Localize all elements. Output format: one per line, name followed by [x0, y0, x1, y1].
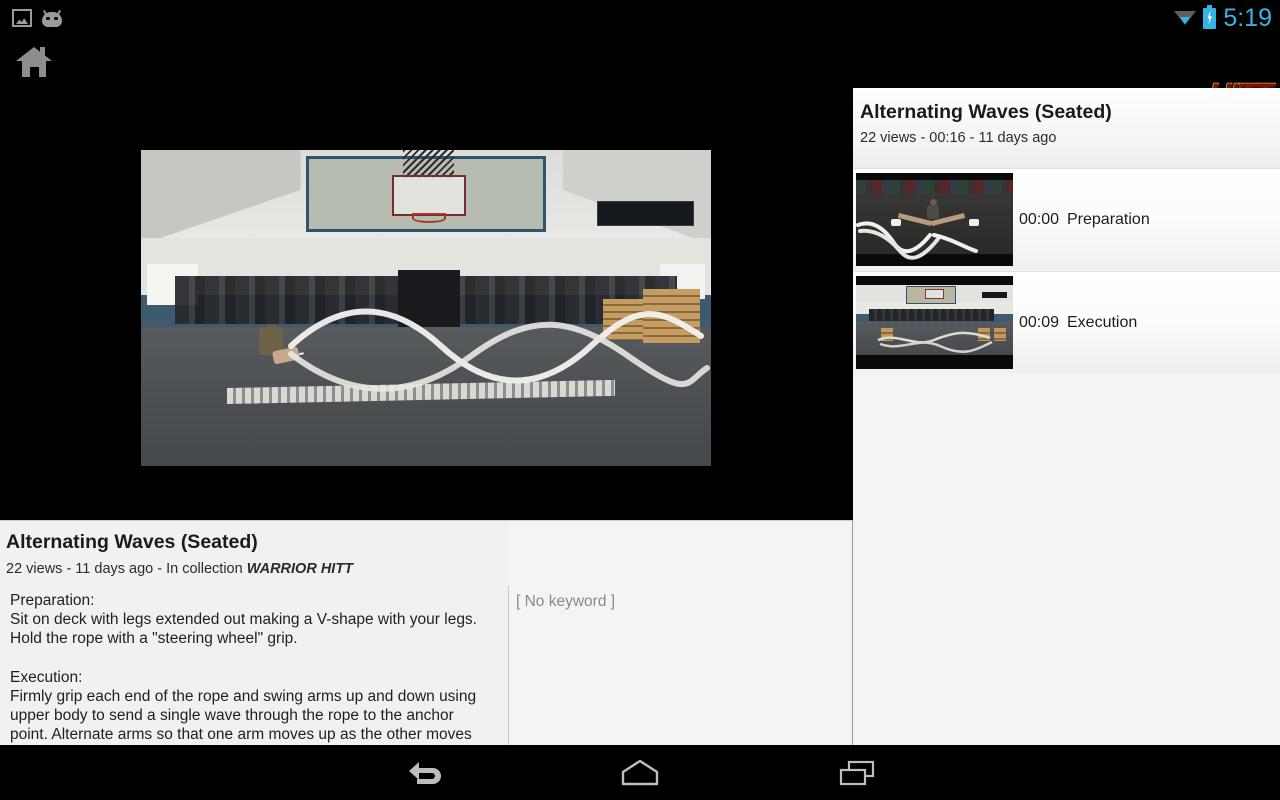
chapter-thumbnail-execution [856, 276, 1013, 369]
collection-name: WARRIOR HITT [246, 561, 354, 577]
chapter-time: 00:09 [1019, 314, 1060, 331]
screen-root: 5:19 HITT [0, 0, 1280, 800]
video-meta: 22 views - 11 days ago - In collection W… [6, 561, 353, 577]
home-icon[interactable] [16, 44, 52, 78]
video-frame-image [141, 150, 711, 466]
keyword-placeholder: [ No keyword ] [516, 593, 616, 610]
wifi-icon [1174, 10, 1197, 26]
status-bar: 5:19 [0, 0, 1280, 36]
back-icon[interactable] [365, 745, 485, 800]
app-action-bar: HITT [0, 36, 1280, 112]
android-head-icon [40, 9, 64, 27]
description-text: Preparation: Sit on deck with legs exten… [10, 592, 477, 744]
list-item[interactable]: 00:00 Preparation [853, 168, 1280, 270]
chapters-panel-header: Alternating Waves (Seated) 22 views - 00… [853, 88, 1280, 168]
home-icon[interactable] [580, 745, 700, 800]
recents-icon[interactable] [797, 745, 917, 800]
video-info-panel: Alternating Waves (Seated) 22 views - 11… [0, 520, 852, 746]
chapter-time: 00:00 [1019, 211, 1060, 228]
chapter-thumbnail-preparation [856, 173, 1013, 266]
chapter-label: Execution [1067, 314, 1138, 331]
page-title: Alternating Waves (Seated) [6, 531, 258, 553]
battle-rope-graphic [288, 308, 710, 392]
video-stage[interactable] [0, 88, 852, 520]
chapters-title: Alternating Waves (Seated) [860, 101, 1112, 123]
chapters-subtitle: 22 views - 00:16 - 11 days ago [860, 130, 1057, 146]
info-divider [508, 586, 509, 746]
battery-charging-icon [1203, 4, 1217, 29]
clock: 5:19 [1223, 4, 1272, 32]
video-player[interactable] [141, 88, 711, 520]
list-item[interactable]: 00:09 Execution [853, 271, 1280, 373]
gallery-icon [12, 9, 32, 27]
keyword-panel-bg [509, 521, 852, 746]
status-bar-notifications [12, 0, 64, 36]
video-meta-prefix: 22 views - 11 days ago - In collection [6, 561, 247, 577]
description-scroll[interactable]: Preparation: Sit on deck with legs exten… [6, 591, 506, 746]
chapters-panel: Alternating Waves (Seated) 22 views - 00… [853, 88, 1280, 745]
status-bar-system: 5:19 [1174, 0, 1272, 36]
android-navigation-bar [0, 745, 1280, 800]
chapter-label: Preparation [1067, 211, 1150, 228]
